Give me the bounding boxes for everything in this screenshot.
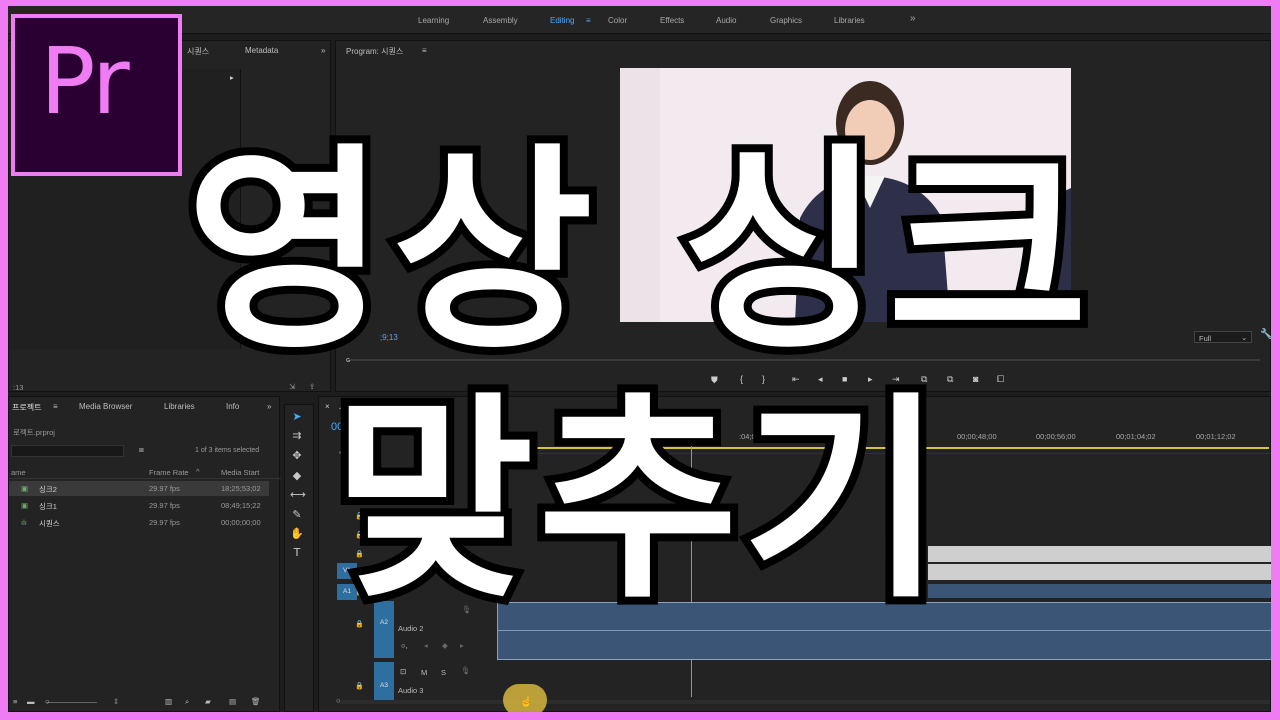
cursor-hand-icon: ☝ <box>520 697 533 708</box>
sort-icon[interactable]: ⇕ <box>113 697 119 706</box>
automate-icon[interactable]: ▥ <box>165 697 172 706</box>
tab-source-sequence[interactable]: 시퀀스 <box>187 46 209 57</box>
expand-arrow-icon[interactable]: ▸ <box>230 73 234 82</box>
track-a3[interactable]: A3 <box>374 662 394 700</box>
mic-icon[interactable]: 🎙 <box>461 666 471 675</box>
program-title: Program: 시퀀스 <box>346 47 404 56</box>
title-line-2: 맞추기 <box>325 374 951 630</box>
lock-icon[interactable]: 🔒 <box>355 682 364 690</box>
workspace-assembly[interactable]: Assembly <box>483 16 518 25</box>
solo-button[interactable]: S <box>441 668 446 677</box>
next-keyframe-icon[interactable]: ▸ <box>460 641 464 650</box>
workspace-libraries[interactable]: Libraries <box>834 16 865 25</box>
keyframe-icon[interactable]: ○, <box>401 641 408 650</box>
prev-keyframe-icon[interactable]: ◂ <box>424 641 428 650</box>
logo-text: Pr <box>40 28 130 135</box>
timeline-scrollbar[interactable] <box>340 700 1270 704</box>
workspace-learning[interactable]: Learning <box>418 16 449 25</box>
workspace-graphics[interactable]: Graphics <box>770 16 802 25</box>
audio-waveform-line <box>497 630 1271 631</box>
title-line-1: 영상 싱크 <box>178 126 1096 379</box>
workspace-overflow-icon[interactable]: » <box>910 13 916 24</box>
panel-overflow-icon[interactable]: » <box>321 46 325 55</box>
workspace-editing[interactable]: Editing <box>550 16 574 25</box>
program-menu-icon[interactable]: ≡ <box>422 46 427 55</box>
workspace-audio[interactable]: Audio <box>716 16 736 25</box>
trash-icon[interactable]: 🗑 <box>251 697 261 706</box>
mute-button[interactable]: M <box>421 668 427 677</box>
new-item-icon[interactable]: ▤ <box>229 697 236 706</box>
tab-metadata[interactable]: Metadata <box>245 46 278 55</box>
workspace-menu-icon[interactable]: ≡ <box>586 16 591 25</box>
track-toggle-icon[interactable]: ⊡ <box>400 667 406 676</box>
workspace-color[interactable]: Color <box>608 16 627 25</box>
list-view-icon[interactable]: ≡ <box>13 697 17 706</box>
folder-icon[interactable]: ▰ <box>205 697 211 706</box>
scroll-handle-icon[interactable]: ○ <box>336 696 341 705</box>
slider-handle-icon[interactable]: ○ <box>45 697 50 706</box>
find-icon[interactable]: ⌕ <box>185 697 189 707</box>
add-keyframe-icon[interactable]: ◆ <box>442 641 448 650</box>
workspace-bar: Learning Assembly Editing ≡ Color Effect… <box>8 6 1271 34</box>
workspace-effects[interactable]: Effects <box>660 16 684 25</box>
track-name-audio3: Audio 3 <box>398 686 424 695</box>
icon-view-icon[interactable]: ▬ <box>27 697 35 706</box>
zoom-slider[interactable] <box>47 702 97 703</box>
